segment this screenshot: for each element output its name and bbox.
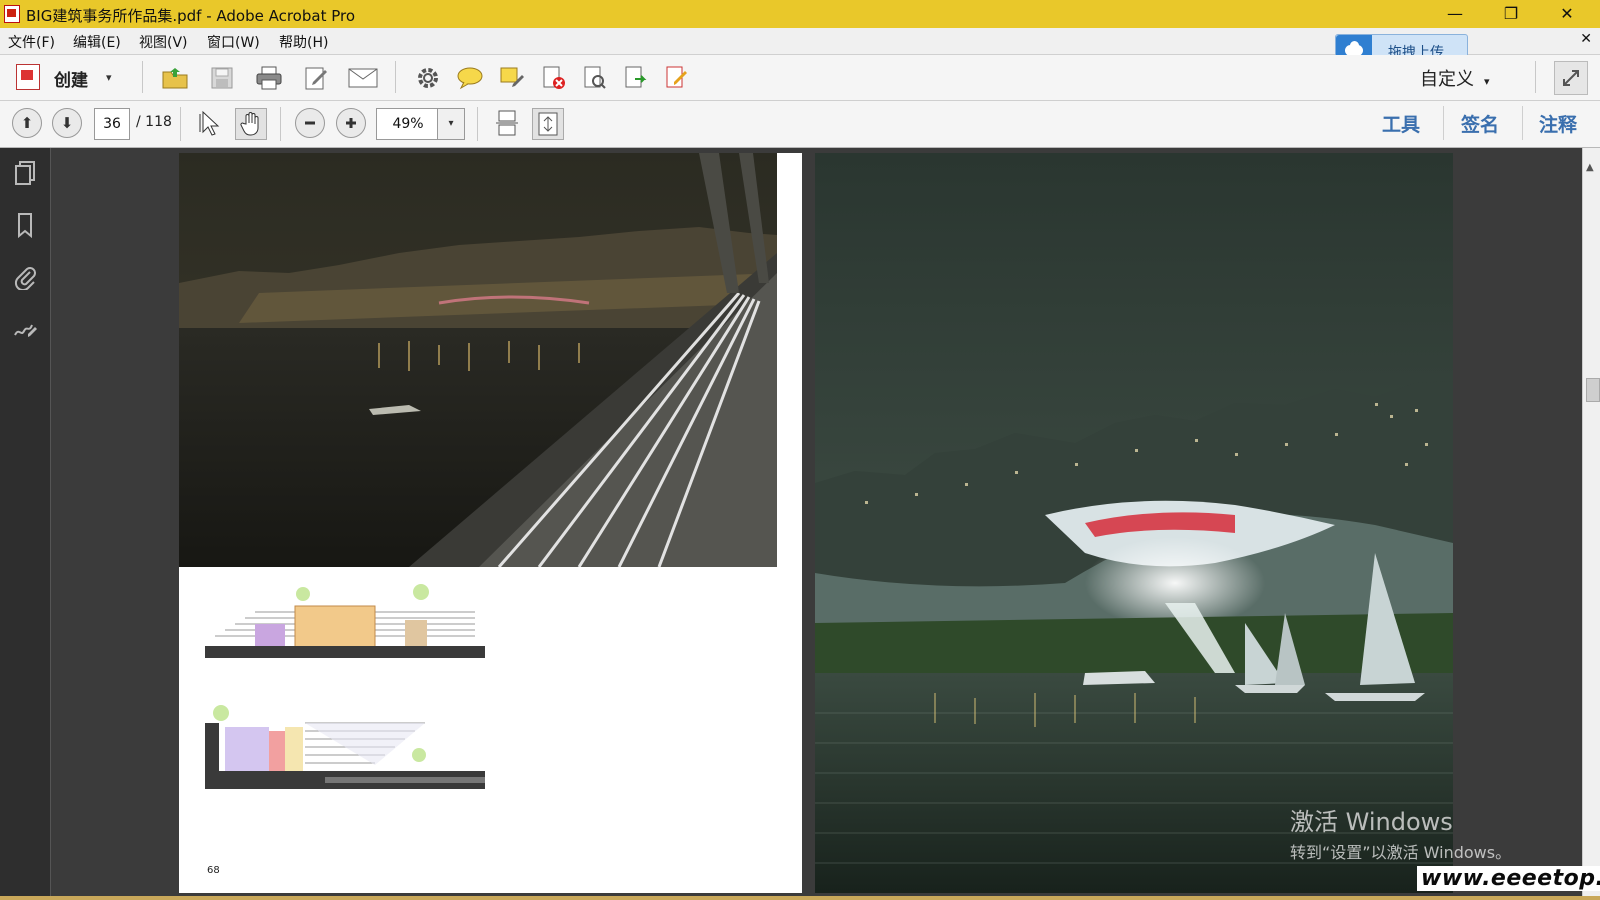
section-drawing-1 [205,584,485,658]
export-icon[interactable] [621,63,651,93]
edit-icon[interactable] [302,63,332,93]
document-view[interactable]: 68 [51,148,1582,900]
zoom-input[interactable]: 49% [376,108,440,140]
close-document-button[interactable]: ✕ [1580,31,1592,47]
scroll-mode-icon[interactable] [492,108,522,138]
site-watermark: www.eeeetop.com [1417,866,1600,891]
zoom-dropdown-button[interactable]: ▾ [437,108,465,140]
menu-edit[interactable]: 编辑(E) [73,32,121,52]
select-cursor-icon[interactable] [196,108,226,138]
taskbar-strip [0,896,1600,900]
comment-icon[interactable] [455,63,485,93]
main-toolbar: 创建 ▾ 自定义 ▾ [0,55,1600,101]
previous-page-button[interactable]: ⬆ [12,108,42,138]
menu-window[interactable]: 窗口(W) [207,32,260,52]
next-page-button[interactable]: ⬇ [52,108,82,138]
toolbar-divider [477,107,478,141]
chevron-down-icon: ▾ [106,71,112,84]
pdf-page-left: 68 [179,153,802,893]
expand-icon[interactable] [1554,61,1588,95]
email-icon[interactable] [348,63,378,93]
page-total: / 118 [136,114,172,130]
vertical-scrollbar[interactable]: ▲ [1582,148,1600,900]
toolbar-divider [180,107,181,141]
tools-panel-link[interactable]: 工具 [1382,110,1420,137]
customize-dropdown[interactable]: 自定义 ▾ [1420,65,1490,91]
section-drawing-2 [205,703,485,789]
activate-windows-hint: 转到“设置”以激活 Windows。 [1290,843,1512,862]
bookmark-icon[interactable] [10,210,40,240]
panel-divider [1522,106,1523,140]
scroll-up-icon[interactable]: ▲ [1586,162,1594,173]
page-number-label: 68 [207,865,220,876]
windows-activation-watermark: 激活 Windows 转到“设置”以激活 Windows。 [1290,802,1511,863]
toolbar-divider [142,61,143,93]
delete-page-icon[interactable] [539,63,569,93]
create-button[interactable]: 创建 ▾ [12,60,118,94]
highlight-icon[interactable] [497,63,527,93]
save-icon[interactable] [207,63,237,93]
gear-icon[interactable] [413,63,443,93]
menu-file[interactable]: 文件(F) [8,32,55,52]
chevron-down-icon: ▾ [1484,75,1490,88]
customize-label: 自定义 [1420,69,1474,90]
fit-page-icon[interactable] [532,108,564,140]
minimize-button[interactable]: — [1432,0,1478,28]
create-label: 创建 [54,71,88,91]
scrollbar-thumb[interactable] [1586,378,1600,402]
sign-panel-link[interactable]: 签名 [1461,110,1499,137]
signatures-icon[interactable] [10,314,40,344]
print-icon[interactable] [254,63,284,93]
navigation-toolbar: ⬆ ⬇ 36 / 118 49% ▾ 工具 签名 注释 [0,101,1600,148]
pdf-page-right [815,153,1453,893]
restore-button[interactable]: ❐ [1488,0,1534,28]
close-window-button[interactable]: ✕ [1544,0,1590,28]
zoom-in-button[interactable] [336,108,366,138]
menu-help[interactable]: 帮助(H) [279,32,328,52]
title-bar: BIG建筑事务所作品集.pdf - Adobe Acrobat Pro — ❐ … [0,0,1600,28]
activate-windows-title: 激活 Windows [1290,808,1453,836]
panel-divider [1443,106,1444,140]
zoom-out-button[interactable] [295,108,325,138]
toolbar-divider [280,107,281,141]
page-thumbnails-icon[interactable] [10,158,40,188]
attachment-icon[interactable] [10,262,40,292]
pages-icon[interactable] [580,63,610,93]
acrobat-app-icon [4,5,20,23]
comment-panel-link[interactable]: 注释 [1539,110,1577,137]
night-bridge-photo [179,153,777,567]
sign-doc-icon[interactable] [662,63,692,93]
toolbar-divider [395,61,396,93]
hand-tool-icon[interactable] [235,108,267,140]
create-pdf-icon [16,64,40,90]
menu-view[interactable]: 视图(V) [139,32,188,52]
navigation-pane [0,148,51,900]
toolbar-divider [1535,61,1536,93]
page-number-input[interactable]: 36 [94,108,130,140]
open-folder-icon[interactable] [160,63,190,93]
window-title: BIG建筑事务所作品集.pdf - Adobe Acrobat Pro [26,7,356,25]
